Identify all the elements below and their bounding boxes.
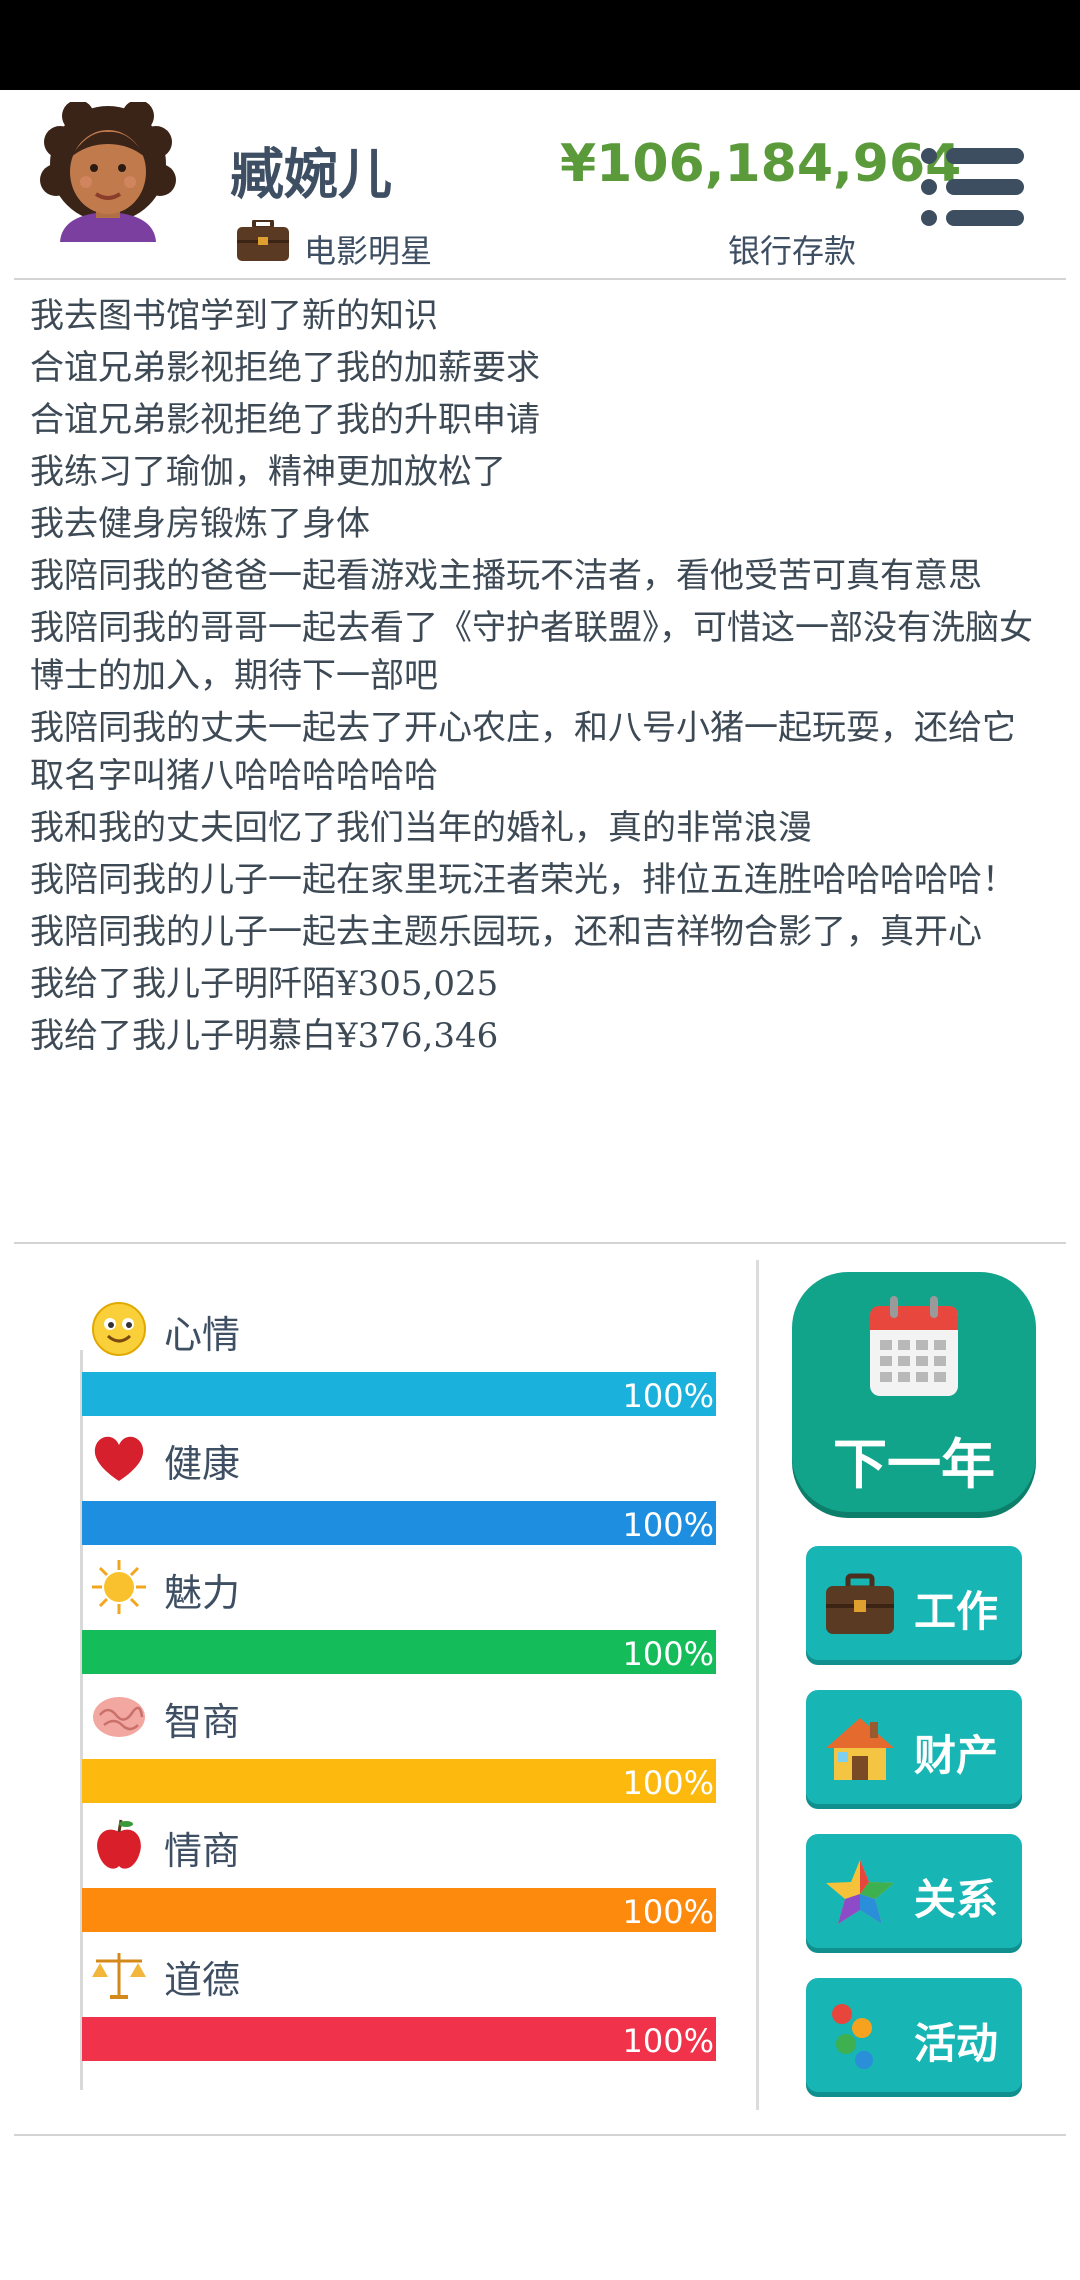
stat-row: 魅力 100% <box>80 1558 720 1678</box>
stat-bar: 100% <box>82 1630 716 1674</box>
stat-label: 健康 <box>164 1442 241 1486</box>
stat-label: 智商 <box>164 1700 241 1744</box>
stat-percent: 100% <box>622 1893 714 1931</box>
stat-percent: 100% <box>622 1506 714 1544</box>
log-entry: 我和我的丈夫回忆了我们当年的婚礼，真的非常浪漫 <box>30 808 812 848</box>
stat-percent: 100% <box>622 1377 714 1415</box>
next-year-button[interactable]: 下一年 <box>792 1272 1036 1512</box>
log-entry: 我给了我儿子明阡陌¥305,025 <box>30 964 499 1004</box>
bottom-divider <box>14 2134 1066 2136</box>
log-entry: 我去健身房锻炼了身体 <box>30 504 370 544</box>
status-bar <box>0 0 1080 90</box>
money-label: 银行存款 <box>728 232 857 270</box>
apple-icon <box>97 1819 141 1869</box>
briefcase-icon <box>826 1573 894 1634</box>
stat-bar: 100% <box>82 1501 716 1545</box>
header-divider <box>14 278 1066 280</box>
log-entry: 我练习了瑜伽，精神更加放松了 <box>30 452 506 492</box>
stat-percent: 100% <box>622 1764 714 1802</box>
panel-divider <box>756 1260 759 2110</box>
stat-bar: 100% <box>82 1888 716 1932</box>
stats-panel: 心情 100% 健康 100% 魅力 100% 智商 100% 情商 100% 道德 100% <box>80 1300 720 2090</box>
stat-bar: 100% <box>82 1759 716 1803</box>
menu-icon[interactable] <box>920 144 1024 230</box>
star-icon <box>826 1860 894 1924</box>
stat-row: 心情 100% <box>80 1300 720 1420</box>
log-entry: 合谊兄弟影视拒绝了我的升职申请 <box>30 400 540 440</box>
log-entry: 合谊兄弟影视拒绝了我的加薪要求 <box>30 348 540 388</box>
stat-bar-fill <box>82 2017 716 2061</box>
log-entry: 我陪同我的儿子一起去主题乐园玩，还和吉祥物合影了，真开心 <box>30 912 982 952</box>
log-entry: 我陪同我的爸爸一起看游戏主播玩不洁者，看他受苦可真有意思 <box>30 556 982 596</box>
stat-percent: 100% <box>622 1635 714 1673</box>
stat-bar-fill <box>82 1759 716 1803</box>
job-title: 电影明星 <box>304 232 433 270</box>
log-entry: 我陪同我的儿子一起在家里玩汪者荣光，排位五连胜哈哈哈哈哈！ <box>30 860 1016 900</box>
relations-label: 关系 <box>914 1875 999 1924</box>
stat-label: 心情 <box>164 1313 241 1357</box>
stat-row: 健康 100% <box>80 1429 720 1549</box>
next-year-label: 下一年 <box>833 1433 995 1496</box>
stat-bar-fill <box>82 1372 716 1416</box>
property-label: 财产 <box>914 1731 999 1780</box>
money-amount: ¥106,184,964 <box>560 134 962 194</box>
stat-row: 道德 100% <box>80 1945 720 2065</box>
house-icon <box>826 1718 894 1780</box>
stat-row: 情商 100% <box>80 1816 720 1936</box>
sun-icon <box>92 1560 146 1614</box>
avatar[interactable] <box>38 102 178 242</box>
log-entry: 我给了我儿子明慕白¥376,346 <box>30 1016 499 1056</box>
work-label: 工作 <box>914 1587 999 1636</box>
player-name: 臧婉儿 <box>230 143 392 206</box>
stat-bar-fill <box>82 1888 716 1932</box>
stat-row: 智商 100% <box>80 1687 720 1807</box>
log-divider <box>14 1242 1066 1244</box>
stat-label: 道德 <box>164 1958 241 2002</box>
property-button[interactable]: 财产 <box>806 1690 1022 1804</box>
calendar-icon <box>870 1296 958 1396</box>
stat-bar: 100% <box>82 2017 716 2061</box>
activities-button[interactable]: 活动 <box>806 1978 1022 2092</box>
stat-label: 魅力 <box>164 1571 241 1615</box>
activities-label: 活动 <box>914 2019 999 2068</box>
brain-icon <box>93 1697 145 1737</box>
stat-label: 情商 <box>164 1829 241 1873</box>
log-entry: 我陪同我的哥哥一起去看了《守护者联盟》，可惜这一部没有洗脑女博士的加入，期待下一… <box>30 608 1033 696</box>
stat-bar-fill <box>82 1630 716 1674</box>
relations-button[interactable]: 关系 <box>806 1834 1022 1948</box>
briefcase-icon <box>237 220 289 261</box>
stat-bar: 100% <box>82 1372 716 1416</box>
work-button[interactable]: 工作 <box>806 1546 1022 1660</box>
heart-icon <box>94 1436 144 1481</box>
smiley-icon <box>92 1302 146 1356</box>
scale-icon <box>92 1953 146 1999</box>
stat-percent: 100% <box>622 2022 714 2060</box>
stat-bar-fill <box>82 1501 716 1545</box>
activity-dots-icon <box>832 2004 873 2069</box>
log-entry: 我去图书馆学到了新的知识 <box>30 296 438 336</box>
event-log: 我去图书馆学到了新的知识合谊兄弟影视拒绝了我的加薪要求 合谊兄弟影视拒绝了我的升职… <box>30 292 1040 1064</box>
profile-header: 臧婉儿 电影明星 ¥106,184,964 银行存款 <box>0 90 1080 280</box>
log-entry: 我陪同我的丈夫一起去了开心农庄，和八号小猪一起玩耍，还给它取名字叫猪八哈哈哈哈哈… <box>30 708 1016 796</box>
